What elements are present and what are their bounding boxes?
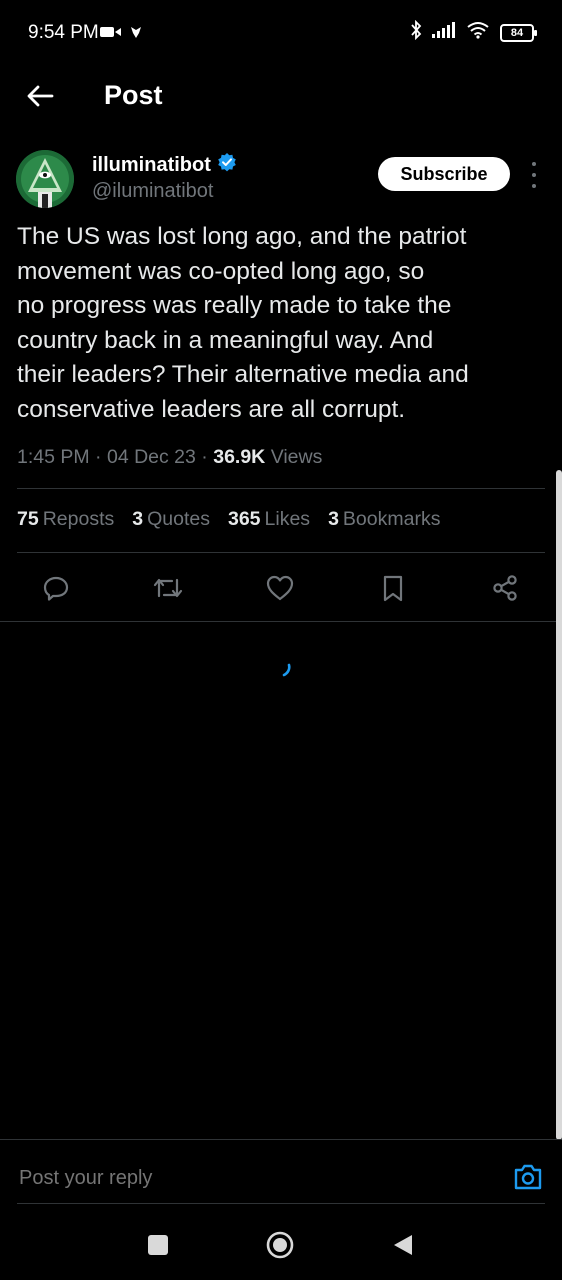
meta-separator: · <box>95 446 102 468</box>
reply-input[interactable] <box>17 1166 461 1191</box>
post-actions <box>0 566 562 610</box>
bookmark-icon <box>383 575 403 602</box>
post-stats: 75 Reposts 3 Quotes 365 Likes 3 Bookmarks <box>17 508 440 531</box>
page-title: Post <box>104 80 163 110</box>
author-name-row[interactable]: illuminatibot <box>92 152 237 178</box>
more-options-icon[interactable] <box>524 162 544 188</box>
divider <box>17 488 545 489</box>
bookmarks-label: Bookmarks <box>342 508 441 530</box>
camera-icon <box>514 1164 542 1190</box>
post-meta: 1:45 PM · 04 Dec 23 · 36.9K Views <box>17 446 322 469</box>
likes-stat[interactable]: 365 Likes <box>228 508 310 531</box>
square-icon <box>148 1235 168 1255</box>
quotes-label: Quotes <box>147 508 210 530</box>
back-button[interactable] <box>22 78 58 114</box>
verified-badge-icon <box>217 152 237 178</box>
back-triangle-icon <box>394 1235 412 1255</box>
status-left-icons <box>100 24 144 45</box>
signal-icon <box>432 22 456 43</box>
reply-icon <box>43 576 69 601</box>
heart-icon <box>266 575 294 601</box>
divider <box>0 621 562 622</box>
wifi-icon <box>466 21 490 44</box>
nav-back-button[interactable] <box>388 1230 418 1260</box>
recents-button[interactable] <box>143 1230 173 1260</box>
reply-composer <box>0 1140 562 1204</box>
views-label: Views <box>270 446 323 468</box>
video-icon <box>100 25 122 44</box>
divider <box>17 552 545 553</box>
reposts-stat[interactable]: 75 Reposts <box>17 508 114 531</box>
bookmarks-stat[interactable]: 3 Bookmarks <box>328 508 440 531</box>
likes-count: 365 <box>227 508 261 530</box>
likes-label: Likes <box>264 508 311 530</box>
avatar[interactable] <box>16 150 74 208</box>
camera-button[interactable] <box>512 1162 544 1192</box>
reposts-label: Reposts <box>42 508 115 530</box>
post-date: 04 Dec 23 <box>106 446 196 468</box>
loading-spinner-icon <box>279 662 295 678</box>
divider <box>17 1203 545 1204</box>
home-circle-icon <box>266 1231 294 1259</box>
status-right-icons: 84 <box>410 19 537 45</box>
repost-icon <box>153 578 183 598</box>
home-button[interactable] <box>265 1230 295 1260</box>
quotes-count: 3 <box>132 508 144 530</box>
views-count[interactable]: 36.9K <box>213 446 265 468</box>
reply-button[interactable] <box>40 572 72 604</box>
share-icon <box>493 575 517 601</box>
quotes-stat[interactable]: 3 Quotes <box>132 508 210 531</box>
top-app-bar: Post <box>0 68 562 124</box>
post-time: 1:45 PM <box>17 446 90 468</box>
status-time: 9:54 PM <box>28 22 99 43</box>
subscribe-button[interactable]: Subscribe <box>378 157 510 191</box>
scrollbar[interactable] <box>556 470 562 1140</box>
repost-button[interactable] <box>152 572 184 604</box>
like-button[interactable] <box>264 572 296 604</box>
system-navigation-bar <box>0 1210 562 1280</box>
reposts-count: 75 <box>17 508 39 530</box>
post-author: illuminatibot @iluminatibot Subscribe <box>16 150 546 210</box>
notification-icon <box>128 24 144 45</box>
author-handle[interactable]: @iluminatibot <box>92 180 213 203</box>
post-text: The US was lost long ago, and the patrio… <box>17 223 469 423</box>
author-name[interactable]: illuminatibot <box>92 154 211 177</box>
bookmarks-count: 3 <box>328 508 339 530</box>
bluetooth-icon <box>410 19 422 45</box>
status-bar: 9:54 PM 84 <box>0 0 562 68</box>
battery-icon: 84 <box>500 23 537 42</box>
bookmark-button[interactable] <box>377 572 409 604</box>
arrow-left-icon <box>27 85 54 107</box>
meta-separator: · <box>201 446 208 468</box>
share-button[interactable] <box>489 572 521 604</box>
